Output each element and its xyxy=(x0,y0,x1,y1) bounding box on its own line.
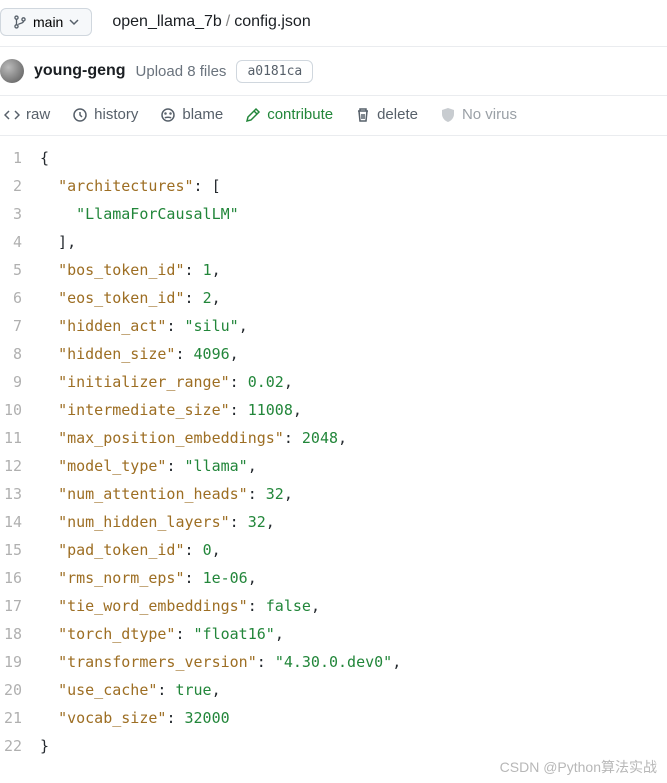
author-avatar[interactable] xyxy=(0,59,24,83)
code-line: "torch_dtype": "float16", xyxy=(40,620,401,648)
code-line: } xyxy=(40,732,401,760)
breadcrumb: open_llama_7b / config.json xyxy=(112,13,310,31)
line-number[interactable]: 10 xyxy=(0,396,28,424)
line-number[interactable]: 17 xyxy=(0,592,28,620)
branch-label: main xyxy=(33,14,63,30)
line-number[interactable]: 19 xyxy=(0,648,28,676)
code-line: "initializer_range": 0.02, xyxy=(40,368,401,396)
code-line: { xyxy=(40,144,401,172)
contribute-label: contribute xyxy=(267,106,333,123)
blame-icon xyxy=(160,107,176,123)
code-line: "eos_token_id": 2, xyxy=(40,284,401,312)
no-virus-label: No virus xyxy=(462,106,517,123)
line-number[interactable]: 4 xyxy=(0,228,28,256)
line-number[interactable]: 5 xyxy=(0,256,28,284)
code-line: "num_hidden_layers": 32, xyxy=(40,508,401,536)
code-line: "hidden_size": 4096, xyxy=(40,340,401,368)
raw-label: raw xyxy=(26,106,50,123)
commit-author[interactable]: young-geng xyxy=(34,62,126,80)
breadcrumb-file: config.json xyxy=(234,13,311,31)
code-icon xyxy=(4,107,20,123)
blame-label: blame xyxy=(182,106,223,123)
raw-button[interactable]: raw xyxy=(4,106,50,123)
code-line: "model_type": "llama", xyxy=(40,452,401,480)
code-content[interactable]: { "architectures": [ "LlamaForCausalLM" … xyxy=(40,136,401,768)
line-number[interactable]: 1 xyxy=(0,144,28,172)
line-number-gutter: 12345678910111213141516171819202122 xyxy=(0,136,40,768)
line-number[interactable]: 20 xyxy=(0,676,28,704)
code-line: "bos_token_id": 1, xyxy=(40,256,401,284)
line-number[interactable]: 6 xyxy=(0,284,28,312)
commit-message[interactable]: Upload 8 files xyxy=(136,63,227,80)
trash-icon xyxy=(355,107,371,123)
chevron-down-icon xyxy=(69,17,79,27)
breadcrumb-repo[interactable]: open_llama_7b xyxy=(112,13,221,31)
line-number[interactable]: 12 xyxy=(0,452,28,480)
line-number[interactable]: 2 xyxy=(0,172,28,200)
code-line: "rms_norm_eps": 1e-06, xyxy=(40,564,401,592)
branch-selector-button[interactable]: main xyxy=(0,8,92,36)
code-viewer: 12345678910111213141516171819202122 { "a… xyxy=(0,136,667,768)
line-number[interactable]: 16 xyxy=(0,564,28,592)
shield-icon xyxy=(440,107,456,123)
code-line: "num_attention_heads": 32, xyxy=(40,480,401,508)
pencil-icon xyxy=(245,107,261,123)
no-virus-badge: No virus xyxy=(440,106,517,123)
commit-hash[interactable]: a0181ca xyxy=(236,60,313,83)
file-header: main open_llama_7b / config.json xyxy=(0,0,667,46)
line-number[interactable]: 22 xyxy=(0,732,28,760)
code-line: "architectures": [ xyxy=(40,172,401,200)
commit-info-row: young-geng Upload 8 files a0181ca xyxy=(0,46,667,95)
line-number[interactable]: 21 xyxy=(0,704,28,732)
contribute-button[interactable]: contribute xyxy=(245,106,333,123)
line-number[interactable]: 8 xyxy=(0,340,28,368)
code-line: "transformers_version": "4.30.0.dev0", xyxy=(40,648,401,676)
line-number[interactable]: 15 xyxy=(0,536,28,564)
breadcrumb-separator: / xyxy=(226,13,230,31)
line-number[interactable]: 11 xyxy=(0,424,28,452)
line-number[interactable]: 3 xyxy=(0,200,28,228)
line-number[interactable]: 18 xyxy=(0,620,28,648)
code-line: "vocab_size": 32000 xyxy=(40,704,401,732)
watermark: CSDN @Python算法实战 xyxy=(500,757,657,777)
code-line: "max_position_embeddings": 2048, xyxy=(40,424,401,452)
line-number[interactable]: 9 xyxy=(0,368,28,396)
line-number[interactable]: 7 xyxy=(0,312,28,340)
line-number[interactable]: 14 xyxy=(0,508,28,536)
code-line: "use_cache": true, xyxy=(40,676,401,704)
code-line: ], xyxy=(40,228,401,256)
code-line: "tie_word_embeddings": false, xyxy=(40,592,401,620)
blame-button[interactable]: blame xyxy=(160,106,223,123)
delete-label: delete xyxy=(377,106,418,123)
code-line: "hidden_act": "silu", xyxy=(40,312,401,340)
code-line: "intermediate_size": 11008, xyxy=(40,396,401,424)
history-label: history xyxy=(94,106,138,123)
branch-icon xyxy=(13,15,27,29)
file-actions: raw history blame contribute delete No v… xyxy=(0,95,667,136)
code-line: "LlamaForCausalLM" xyxy=(40,200,401,228)
history-button[interactable]: history xyxy=(72,106,138,123)
line-number[interactable]: 13 xyxy=(0,480,28,508)
history-icon xyxy=(72,107,88,123)
code-line: "pad_token_id": 0, xyxy=(40,536,401,564)
delete-button[interactable]: delete xyxy=(355,106,418,123)
